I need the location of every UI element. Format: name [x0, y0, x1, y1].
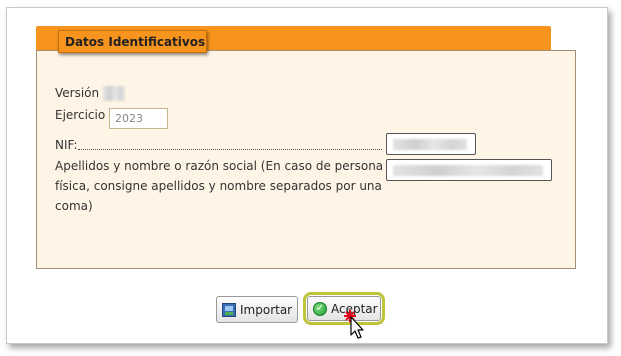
nif-label: NIF:: [55, 138, 78, 152]
importar-button[interactable]: Importar: [216, 296, 298, 323]
ejercicio-label: Ejercicio: [55, 108, 106, 122]
import-icon: [222, 302, 236, 317]
nif-leader-dots: [78, 149, 382, 150]
apellidos-value-redacted: [393, 165, 543, 176]
version-value-redacted: [103, 86, 125, 101]
apellidos-label-line3: coma): [55, 199, 93, 213]
check-icon: ✓: [313, 301, 327, 316]
apellidos-label-line2: física, consigne apellidos y nombre sepa…: [55, 179, 382, 193]
apellidos-field[interactable]: [386, 159, 552, 181]
nif-field[interactable]: [386, 133, 476, 155]
ejercicio-field[interactable]: 2023: [109, 108, 168, 129]
version-label: Versión: [55, 86, 100, 100]
mouse-pointer-icon: [344, 310, 364, 339]
apellidos-label-line1: Apellidos y nombre o razón social (En ca…: [55, 159, 384, 173]
panel-title: Datos Identificativos: [58, 30, 207, 53]
importar-button-label: Importar: [240, 302, 293, 317]
nif-value-redacted: [393, 139, 467, 150]
